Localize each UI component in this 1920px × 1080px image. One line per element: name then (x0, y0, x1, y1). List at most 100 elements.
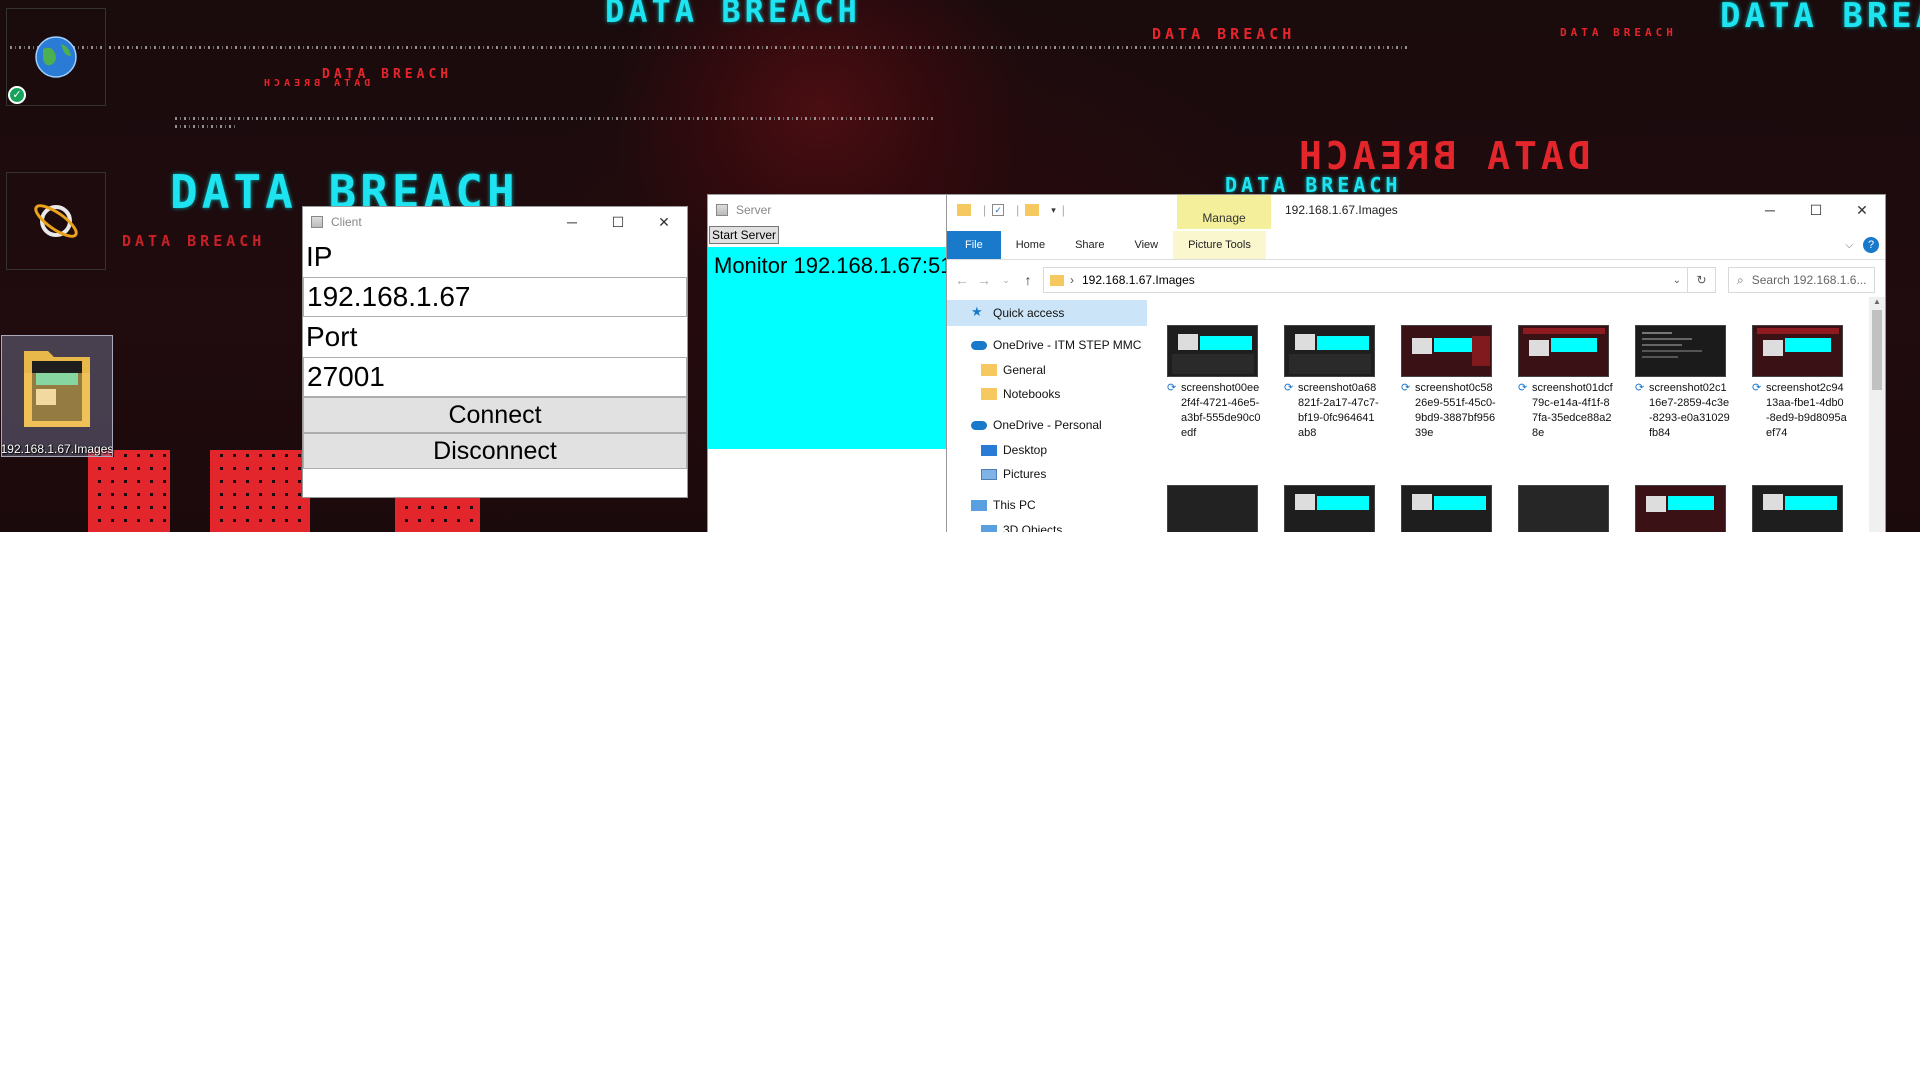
sync-icon: ⟳ (1752, 382, 1762, 394)
file-thumbnail (1518, 485, 1609, 532)
wallpaper-glyph (88, 450, 170, 532)
address-bar[interactable]: › 192.168.1.67.Images ⌄ (1043, 267, 1688, 293)
forward-icon[interactable]: → (973, 272, 995, 288)
server-titlebar[interactable]: Server (708, 195, 956, 225)
up-icon[interactable]: ↑ (1017, 272, 1039, 288)
search-placeholder: Search 192.168.1.6... (1751, 273, 1867, 287)
mirrored-text: DATA BREACH (260, 78, 371, 89)
noise-line (175, 117, 935, 120)
sync-icon: ⟳ (1635, 382, 1645, 394)
cube-icon (981, 524, 997, 532)
tab-picture-tools[interactable]: Picture Tools (1173, 231, 1266, 259)
file-item[interactable] (1518, 485, 1613, 532)
new-folder-icon[interactable] (1025, 204, 1040, 216)
nav-label: 3D Objects (1003, 523, 1063, 532)
file-item[interactable]: ⟳ screenshot0c5826e9-551f-45c0-9bd9-3887b… (1401, 325, 1496, 441)
recent-icon[interactable]: ⌄ (995, 275, 1017, 286)
expand-ribbon-icon[interactable]: ⌵ (1845, 240, 1853, 251)
folder-icon (981, 364, 997, 376)
tab-file[interactable]: File (947, 231, 1001, 259)
connect-button[interactable]: Connect (303, 397, 687, 433)
ip-label: IP (306, 241, 333, 272)
file-thumbnail (1284, 325, 1375, 377)
wallpaper-text: DATA BREACH (122, 232, 266, 250)
nav-general[interactable]: General (947, 358, 1147, 382)
file-name: screenshot00ee2f4f-4721-46e5-a3bf-555de9… (1181, 382, 1261, 439)
chevron-down-icon[interactable]: ▾ (1051, 205, 1056, 216)
file-name: screenshot0a68821f-2a17-47c7-bf19-0fc964… (1298, 382, 1379, 439)
close-button[interactable]: ✕ (641, 207, 687, 237)
tab-share[interactable]: Share (1060, 231, 1119, 259)
nav-label: This PC (993, 498, 1036, 512)
nav-this-pc[interactable]: This PC (947, 492, 1147, 518)
disconnect-button[interactable]: Disconnect (303, 433, 687, 469)
desktop-icon-folder[interactable]: 192.168.1.67.Images (0, 335, 114, 457)
maximize-button[interactable]: ☐ (595, 207, 641, 237)
minimize-button[interactable]: ─ (549, 207, 595, 237)
folder-icon (957, 204, 971, 216)
nav-label: Notebooks (1003, 387, 1061, 401)
back-icon[interactable]: ← (951, 272, 973, 288)
file-item[interactable]: ⟳ screenshot2c9413aa-fbe1-4db0-8ed9-b9d80… (1752, 325, 1847, 441)
file-item[interactable]: ⟳ screenshot02c116e7-2859-4c3e-8293-e0a31… (1635, 325, 1730, 441)
start-server-button[interactable]: Start Server (709, 226, 780, 244)
file-thumbnail (1284, 485, 1375, 532)
server-window: Server Start Server Monitor 192.168.1.67… (707, 194, 957, 532)
desktop-icon (981, 444, 997, 456)
nav-label: OneDrive - ITM STEP MMC (993, 338, 1142, 352)
nav-onedrive-itm[interactable]: OneDrive - ITM STEP MMC (947, 332, 1147, 358)
scroll-up-icon[interactable]: ▲ (1869, 297, 1885, 306)
file-explorer-window: | ✓ | ▾ | Manage 192.168.1.67.Images ─ ☐… (946, 194, 1886, 532)
desktop-icon-label: 192.168.1.67.Images (0, 442, 114, 456)
minimize-button[interactable]: ─ (1747, 195, 1793, 225)
chevron-down-icon[interactable]: ⌄ (1673, 275, 1681, 286)
tab-view[interactable]: View (1119, 231, 1173, 259)
nav-onedrive-personal[interactable]: OneDrive - Personal (947, 412, 1147, 438)
manage-tab[interactable]: Manage (1177, 195, 1271, 229)
nav-3d-objects[interactable]: 3D Objects (947, 518, 1147, 532)
port-input[interactable]: 27001 (303, 357, 687, 397)
file-item[interactable] (1635, 485, 1730, 532)
desktop-icon-app[interactable] (6, 172, 106, 270)
nav-desktop[interactable]: Desktop (947, 438, 1147, 462)
scrollbar-thumb[interactable] (1872, 310, 1882, 390)
file-name: screenshot01dcf79c-e14a-4f1f-87fa-35edce… (1532, 382, 1613, 439)
wallpaper-text: DATA BREACH (1720, 0, 1920, 36)
file-item[interactable] (1752, 485, 1847, 532)
file-thumbnail (1752, 325, 1843, 377)
monitor-text: Monitor 192.168.1.67:51 (714, 253, 953, 278)
ip-input[interactable]: 192.168.1.67 (303, 277, 687, 317)
file-item[interactable]: ⟳ screenshot01dcf79c-e14a-4f1f-87fa-35edc… (1518, 325, 1613, 441)
explorer-titlebar[interactable]: | ✓ | ▾ | Manage 192.168.1.67.Images ─ ☐… (947, 195, 1885, 231)
help-icon[interactable]: ? (1863, 237, 1879, 253)
file-item[interactable]: ⟳ screenshot0a68821f-2a17-47c7-bf19-0fc96… (1284, 325, 1379, 441)
file-item[interactable]: ⟳ screenshot00ee2f4f-4721-46e5-a3bf-555de… (1167, 325, 1262, 441)
monitor-panel: Monitor 192.168.1.67:51 (708, 247, 956, 449)
sync-check-icon: ✓ (8, 86, 26, 104)
file-name: screenshot2c9413aa-fbe1-4db0-8ed9-b9d809… (1766, 382, 1847, 439)
file-thumbnail (1401, 325, 1492, 377)
search-box[interactable]: ⌕ Search 192.168.1.6... (1728, 267, 1875, 293)
properties-icon[interactable]: ✓ (992, 204, 1005, 216)
file-item[interactable] (1401, 485, 1496, 532)
wallpaper-text: DATA BREACH (1295, 134, 1591, 178)
tab-home[interactable]: Home (1001, 231, 1060, 259)
refresh-button[interactable]: ↻ (1688, 267, 1716, 293)
vertical-scrollbar[interactable]: ▲ (1869, 297, 1885, 532)
address-row: ← → ⌄ ↑ › 192.168.1.67.Images ⌄ ↻ ⌕ Sear… (947, 260, 1885, 300)
nav-pictures[interactable]: Pictures (947, 462, 1147, 486)
client-titlebar[interactable]: Client ─ ☐ ✕ (303, 207, 687, 237)
file-thumbnail (1635, 325, 1726, 377)
nav-quick-access[interactable]: ★ Quick access (947, 300, 1147, 326)
maximize-button[interactable]: ☐ (1793, 195, 1839, 225)
nav-notebooks[interactable]: Notebooks (947, 382, 1147, 406)
file-item[interactable] (1167, 485, 1262, 532)
planet-icon (6, 172, 106, 270)
file-item[interactable] (1284, 485, 1379, 532)
folder-icon (17, 336, 97, 440)
sync-icon: ⟳ (1401, 382, 1411, 394)
nav-label: Quick access (993, 306, 1065, 320)
desktop-icon-globe[interactable]: ✓ (6, 8, 106, 106)
address-path: 192.168.1.67.Images (1082, 273, 1195, 287)
close-button[interactable]: ✕ (1839, 195, 1885, 225)
